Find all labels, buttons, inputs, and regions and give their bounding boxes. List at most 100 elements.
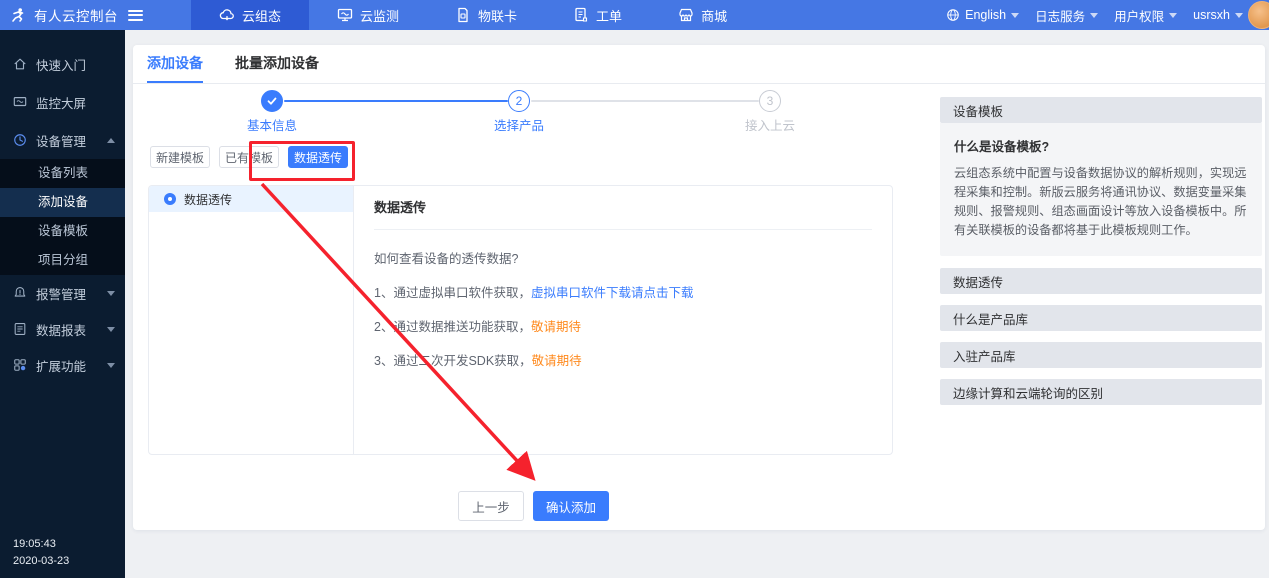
- option-list: 数据透传: [149, 186, 354, 454]
- page: { "topbar": { "logo_title": "有人云控制台", "n…: [0, 0, 1269, 578]
- sidebar-item-extension[interactable]: 扩展功能: [0, 347, 125, 383]
- work-order-icon: [573, 7, 589, 23]
- detail-title: 数据透传: [374, 197, 872, 216]
- report-icon: [13, 322, 27, 336]
- sidebar-item-project-group[interactable]: 项目分组: [0, 246, 125, 275]
- chevron-down-icon: [1235, 13, 1243, 18]
- mall-icon: [678, 7, 694, 23]
- device-manage-submenu: 设备列表 添加设备 设备模板 项目分组: [0, 159, 125, 275]
- help-section-edge-vs-cloud[interactable]: 边缘计算和云端轮询的区别: [940, 379, 1262, 405]
- username-label: usrsxh: [1193, 8, 1230, 22]
- user-permission-label: 用户权限: [1114, 6, 1164, 25]
- nav-item-label: 物联卡: [478, 6, 517, 25]
- help-panel: 设备模板 什么是设备模板? 云组态系统中配置与设备数据协议的解析规则，实现远程采…: [940, 97, 1262, 416]
- tab-add-device[interactable]: 添加设备: [147, 45, 203, 83]
- username-dropdown[interactable]: usrsxh: [1193, 8, 1243, 22]
- nav-item-label: 云监测: [360, 6, 399, 25]
- sidebar-item-add-device[interactable]: 添加设备: [0, 188, 125, 217]
- passthrough-detail: 数据透传 如何查看设备的透传数据? 1、通过虚拟串口软件获取，虚拟串口软件下载请…: [354, 186, 892, 454]
- nav-item-mall[interactable]: 商城: [650, 0, 755, 30]
- sidebar: 快速入门 监控大屏 设备管理 设备列表 添加设备 设备模板 项目分组 报警管理: [0, 30, 125, 578]
- sidebar-item-alarm-manage[interactable]: 报警管理: [0, 275, 125, 311]
- sidebar-clock: 19:05:43 2020-03-23: [13, 536, 69, 570]
- clock-date: 2020-03-23: [13, 553, 69, 570]
- sidebar-item-data-report[interactable]: 数据报表: [0, 311, 125, 347]
- check-icon: [266, 95, 278, 107]
- home-icon: [13, 57, 27, 71]
- vcom-download-link[interactable]: 虚拟串口软件下载请点击下载: [531, 286, 694, 300]
- coming-soon-tag: 敬请期待: [532, 354, 582, 368]
- template-type-row: 新建模板 已有模板 数据透传: [150, 146, 348, 168]
- nav-item-cloud-monitor[interactable]: 云监测: [309, 0, 427, 30]
- help-section-data-passthrough[interactable]: 数据透传: [940, 268, 1262, 294]
- log-service-label: 日志服务: [1035, 6, 1085, 25]
- step-2-circle: 2: [508, 90, 530, 112]
- sidebar-item-quick-start[interactable]: 快速入门: [0, 45, 125, 83]
- nav-item-iot-card[interactable]: 物联卡: [427, 0, 545, 30]
- chevron-down-icon: [107, 363, 115, 368]
- divider: [374, 229, 872, 230]
- confirm-add-button[interactable]: 确认添加: [533, 491, 609, 521]
- sidebar-item-device-manage[interactable]: 设备管理: [0, 121, 125, 159]
- step-3-circle: 3: [759, 90, 781, 112]
- sidebar-item-device-list[interactable]: 设备列表: [0, 159, 125, 188]
- nav-item-cloud-scada[interactable]: 云组态: [191, 0, 309, 30]
- detail-item-1: 1、通过虚拟串口软件获取，虚拟串口软件下载请点击下载: [374, 282, 872, 301]
- radio-selected-icon[interactable]: [164, 193, 176, 205]
- passthrough-panel: 数据透传 数据透传 如何查看设备的透传数据? 1、通过虚拟串口软件获取，虚拟串口…: [148, 185, 893, 455]
- extension-icon: [13, 358, 27, 372]
- chevron-down-icon: [1011, 13, 1019, 18]
- previous-step-button[interactable]: 上一步: [458, 491, 524, 521]
- option-data-passthrough[interactable]: 数据透传: [149, 186, 353, 212]
- topbar-right: English 日志服务 用户权限 usrsxh: [946, 6, 1269, 25]
- step-1-label: 基本信息: [222, 115, 322, 134]
- nav-item-label: 工单: [596, 6, 622, 25]
- sidebar-item-label: 快速入门: [36, 55, 86, 74]
- avatar[interactable]: [1248, 1, 1269, 29]
- sidebar-item-big-screen[interactable]: 监控大屏: [0, 83, 125, 121]
- help-section-join-product-lib[interactable]: 入驻产品库: [940, 342, 1262, 368]
- help-section-what-is-product-lib[interactable]: 什么是产品库: [940, 305, 1262, 331]
- detail-item-2-text: 2、通过数据推送功能获取，: [374, 320, 531, 334]
- chevron-down-icon: [1090, 13, 1098, 18]
- step-1-circle: [261, 90, 283, 112]
- main-card: 添加设备 批量添加设备 2 3 基本信息 选择产品 接入上云 新建模板 已有模板…: [133, 45, 1265, 530]
- device-manage-icon: [13, 133, 27, 147]
- help-section-body: 什么是设备模板? 云组态系统中配置与设备数据协议的解析规则，实现远程采集和控制。…: [940, 123, 1262, 256]
- nav-item-work-order[interactable]: 工单: [545, 0, 650, 30]
- help-section-device-template[interactable]: 设备模板: [940, 97, 1262, 123]
- language-dropdown[interactable]: English: [946, 8, 1019, 22]
- user-permission-dropdown[interactable]: 用户权限: [1114, 6, 1177, 25]
- runner-logo-icon: [10, 7, 26, 23]
- alarm-bell-icon: [13, 286, 27, 300]
- coming-soon-tag: 敬请期待: [531, 320, 581, 334]
- hamburger-menu-icon[interactable]: [128, 10, 143, 21]
- sidebar-item-label: 设备管理: [36, 131, 98, 150]
- chevron-down-icon: [107, 291, 115, 296]
- sidebar-item-label: 监控大屏: [36, 93, 86, 112]
- help-question: 什么是设备模板?: [954, 136, 1248, 155]
- log-service-dropdown[interactable]: 日志服务: [1035, 6, 1098, 25]
- step-connector-done: [284, 100, 508, 102]
- sidebar-item-label: 数据报表: [36, 320, 98, 339]
- big-screen-icon: [13, 95, 27, 109]
- option-label: 数据透传: [184, 191, 232, 208]
- existing-template-button[interactable]: 已有模板: [219, 146, 279, 168]
- nav-item-label: 云组态: [242, 6, 281, 25]
- nav-item-label: 商城: [701, 6, 727, 25]
- top-nav: 云组态 云监测 物联卡 工单: [191, 0, 755, 30]
- sidebar-item-device-template[interactable]: 设备模板: [0, 217, 125, 246]
- tab-batch-add-device[interactable]: 批量添加设备: [235, 45, 319, 83]
- data-passthrough-button[interactable]: 数据透传: [288, 146, 348, 168]
- monitor-icon: [337, 7, 353, 23]
- sidebar-item-label: 报警管理: [36, 284, 98, 303]
- step-connector-pending: [531, 100, 759, 102]
- tabs-bar: 添加设备 批量添加设备: [133, 45, 1265, 84]
- sim-card-icon: [455, 7, 471, 23]
- new-template-button[interactable]: 新建模板: [150, 146, 210, 168]
- detail-item-3: 3、通过二次开发SDK获取，敬请期待: [374, 350, 872, 369]
- logo[interactable]: 有人云控制台: [0, 5, 118, 25]
- globe-icon: [946, 8, 960, 22]
- app-title: 有人云控制台: [34, 5, 118, 25]
- detail-item-3-text: 3、通过二次开发SDK获取，: [374, 354, 532, 368]
